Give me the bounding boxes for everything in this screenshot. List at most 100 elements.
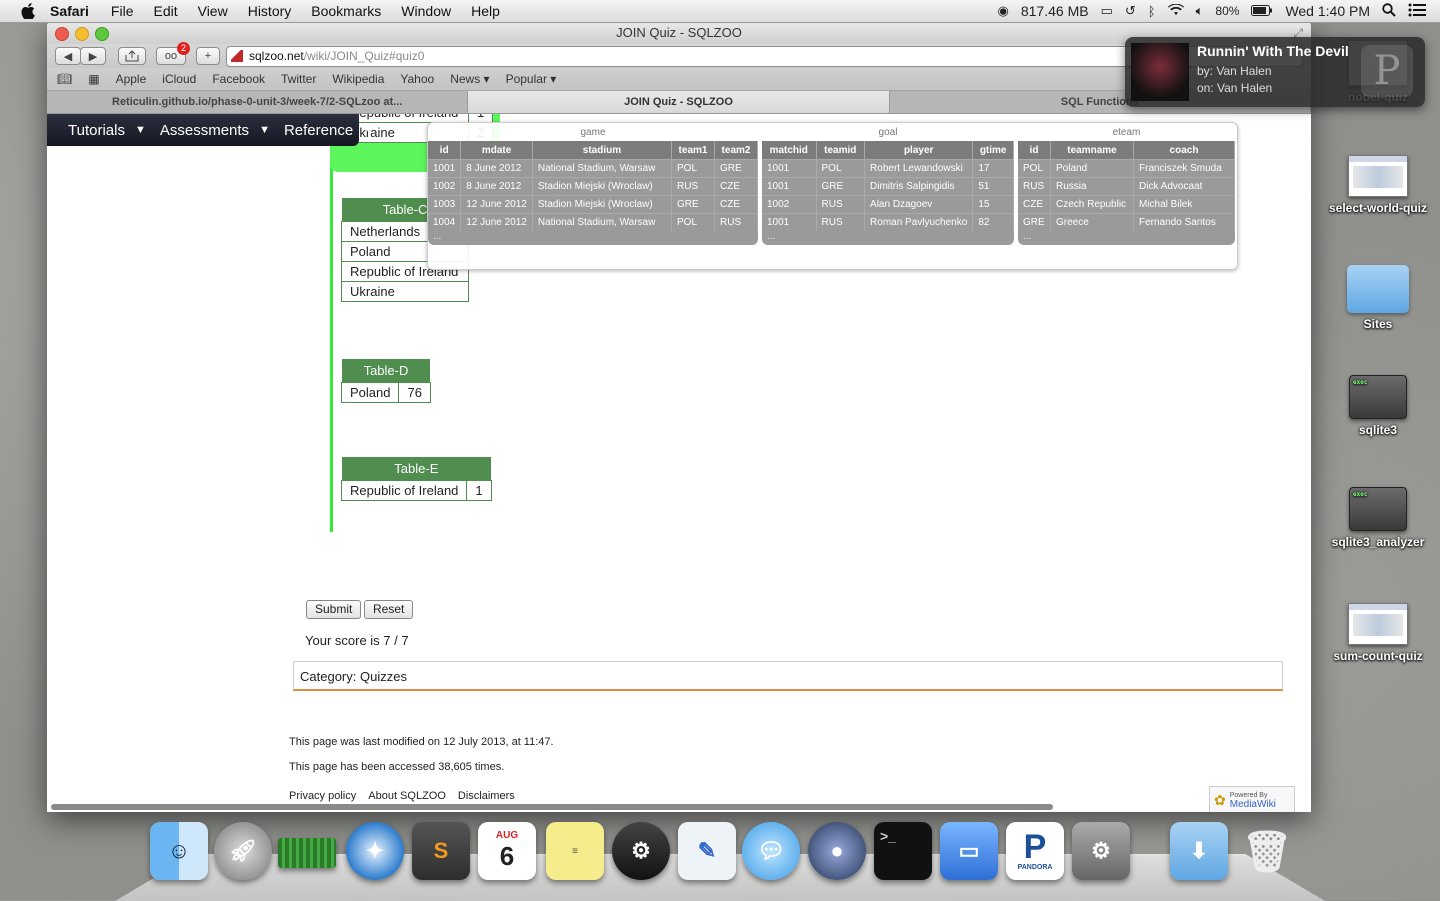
reading-list-book-icon[interactable]: 📖︎ [57, 72, 72, 86]
steam-icon[interactable]: ⚙︎ [612, 822, 670, 880]
textedit-icon[interactable]: ✎ [678, 822, 736, 880]
menu-app-name[interactable]: Safari [50, 3, 89, 19]
safari-icon[interactable]: ✦ [346, 822, 404, 880]
bookmark-facebook[interactable]: Facebook [212, 72, 265, 86]
time-machine-icon[interactable]: ↺ [1125, 3, 1136, 19]
privacy-policy-link[interactable]: Privacy policy [289, 790, 356, 802]
battery-icon[interactable] [1251, 4, 1273, 19]
new-tab-button[interactable]: + [196, 47, 220, 65]
now-playing-notification[interactable]: Runnin' With The Devil by: Van Halen on:… [1125, 37, 1425, 107]
terminal-executable-icon: exec [1349, 487, 1407, 531]
tab-reticulin-github[interactable]: Reticulin.github.io/phase-0-unit-3/week-… [47, 91, 469, 113]
airplay-icon[interactable]: ▭ [1101, 3, 1113, 19]
bookmark-yahoo[interactable]: Yahoo [400, 72, 434, 86]
table-row: 1001 8 June 2012 National Stadium, Warsaw P… [428, 159, 758, 178]
dropdown-caret-icon[interactable]: ▼ [363, 124, 374, 136]
browser-toolbar: ◀ ▶ oo 2 + sqlzoo.net/wiki/JOIN_Quiz#qui… [47, 42, 1311, 68]
disclaimers-link[interactable]: Disclaimers [458, 790, 515, 802]
menu-file[interactable]: File [111, 3, 134, 19]
desktop-icon-select-world-quiz[interactable]: select-world-quiz [1323, 155, 1433, 215]
pandora-icon[interactable]: P PANDORA [1006, 822, 1064, 880]
terminal-icon[interactable]: >_ [874, 822, 932, 880]
clock[interactable]: Wed 1:40 PM [1285, 3, 1370, 19]
close-window-button[interactable] [55, 27, 69, 41]
spotlight-search-icon[interactable] [1382, 2, 1396, 20]
schema-label-goal: goal [878, 127, 898, 138]
pandora-label: PANDORA [1017, 864, 1053, 871]
desktop-icon-sqlite3[interactable]: exec sqlite3 [1323, 375, 1433, 437]
table-cell: CZE [1018, 195, 1051, 214]
terminal-executable-icon: exec [1349, 375, 1407, 419]
downloads-folder-icon[interactable]: ⬇︎ [1170, 822, 1228, 880]
menu-history[interactable]: History [248, 3, 292, 19]
launchpad-icon[interactable]: 🚀︎ [214, 822, 272, 880]
bookmark-wikipedia[interactable]: Wikipedia [332, 72, 384, 86]
forward-button[interactable]: ▶ [80, 47, 106, 65]
table-cell: Stadion Miejski (Wroclaw) [532, 195, 673, 214]
menu-edit[interactable]: Edit [153, 3, 177, 19]
desktop-icon-sites[interactable]: Sites [1323, 265, 1433, 331]
stickies-icon[interactable]: ≡ [546, 822, 604, 880]
category-link-quizzes[interactable]: Quizzes [360, 669, 407, 684]
memory-app-icon[interactable] [278, 838, 336, 868]
site-navigation: Tutorials ▼ Assessments ▼ Reference ▼ [47, 114, 374, 146]
volume-icon[interactable]: 🔈︎ [1196, 3, 1204, 19]
submit-button[interactable]: Submit [306, 600, 362, 619]
sublime-text-icon[interactable]: S [412, 822, 470, 880]
apple-menu-icon[interactable] [20, 3, 36, 19]
menu-view[interactable]: View [198, 3, 228, 19]
keynote-icon[interactable]: ▭ [940, 822, 998, 880]
desktop-icon-sum-count-quiz[interactable]: sum-count-quiz [1323, 603, 1433, 663]
table-cell: POL [1018, 159, 1051, 178]
bluetooth-icon[interactable]: ᛒ [1148, 4, 1156, 19]
tab-join-quiz[interactable]: JOIN Quiz - SQLZOO [468, 91, 890, 113]
reading-list-button[interactable]: oo 2 [156, 42, 190, 65]
nav-assessments[interactable]: Assessments [160, 122, 249, 139]
bookmark-twitter[interactable]: Twitter [281, 72, 316, 86]
memory-monitor-icon[interactable]: ◉ [998, 3, 1009, 19]
calendar-icon[interactable]: AUG 6 [478, 822, 536, 880]
finder-icon[interactable]: ☺ [150, 822, 208, 880]
minimize-window-button[interactable] [75, 27, 89, 41]
menu-help[interactable]: Help [471, 3, 500, 19]
reset-button[interactable]: Reset [364, 600, 414, 619]
facetime-icon[interactable]: ● [808, 822, 866, 880]
about-sqlzoo-link[interactable]: About SQLZOO [368, 790, 446, 802]
share-button[interactable] [118, 47, 146, 65]
dropdown-caret-icon[interactable]: ▼ [259, 124, 270, 136]
top-sites-grid-icon[interactable]: ▦ [88, 72, 99, 86]
column-header: stadium [532, 141, 673, 160]
bookmark-news[interactable]: News ▾ [450, 72, 489, 86]
memory-readout[interactable]: 817.46 MB [1021, 3, 1089, 19]
dropdown-caret-icon[interactable]: ▼ [135, 124, 146, 136]
menu-bookmarks[interactable]: Bookmarks [311, 3, 381, 19]
wifi-icon[interactable] [1167, 3, 1184, 19]
powered-by-mediawiki-badge[interactable]: ✿ Powered By MediaWiki [1209, 786, 1295, 812]
desktop-icon-sqlite3-analyzer[interactable]: exec sqlite3_analyzer [1323, 487, 1433, 549]
menu-window[interactable]: Window [401, 3, 451, 19]
table-title: Table-E [341, 457, 492, 481]
bookmark-popular[interactable]: Popular ▾ [506, 72, 557, 86]
bookmarks-bar: 📖︎ ▦ Apple iCloud Facebook Twitter Wikip… [47, 68, 1311, 91]
nav-reference[interactable]: Reference [284, 122, 353, 139]
table-cell: Alan Dzagoev [864, 195, 974, 214]
system-preferences-icon[interactable]: ⚙︎ [1072, 822, 1130, 880]
nav-tutorials[interactable]: Tutorials [68, 122, 125, 139]
battery-percent[interactable]: 80% [1215, 4, 1239, 18]
zoom-window-button[interactable] [95, 27, 109, 41]
table-cell: 82 [972, 213, 1014, 231]
window-titlebar[interactable]: JOIN Quiz - SQLZOO ⤢ [47, 22, 1311, 44]
page-content: Tutorials ▼ Assessments ▼ Reference ▼ Repub… [47, 114, 1311, 812]
trash-icon[interactable]: 🗑︎ [1238, 822, 1296, 880]
bookmark-icloud[interactable]: iCloud [162, 72, 196, 86]
table-cell: 12 June 2012 [460, 195, 533, 214]
back-button[interactable]: ◀ [55, 47, 81, 65]
notification-center-icon[interactable] [1408, 3, 1426, 20]
horizontal-scrollbar[interactable] [51, 804, 1053, 810]
bookmark-apple[interactable]: Apple [116, 72, 147, 86]
table-cell: Russia [1050, 177, 1134, 196]
answer-table-e: Table-E Republic of Ireland 1 [340, 457, 492, 501]
category-label: Category: [300, 669, 357, 684]
table-cell: Greece [1050, 213, 1134, 231]
messages-icon[interactable]: 💬︎ [742, 822, 800, 880]
